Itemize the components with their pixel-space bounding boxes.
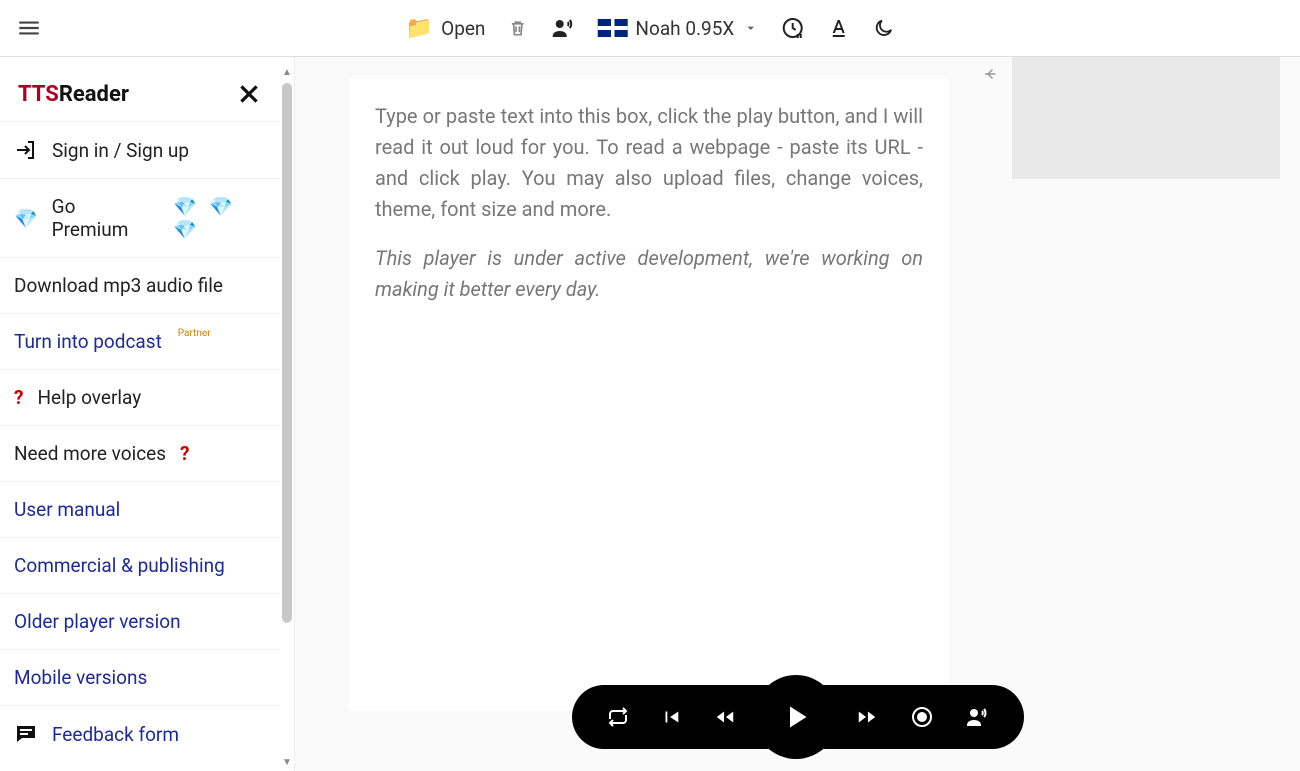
feedback-label: Feedback form [52, 723, 179, 746]
user-manual-label: User manual [14, 498, 120, 521]
question-icon: ? [180, 442, 189, 465]
commercial-label: Commercial & publishing [14, 554, 225, 577]
top-toolbar: 📁 Open Noah 0.95X [0, 0, 1300, 57]
signin-label: Sign in / Sign up [52, 139, 189, 162]
forward-button[interactable] [854, 706, 880, 728]
older-player-label: Older player version [14, 610, 181, 633]
close-icon [236, 81, 262, 107]
help-label: Help overlay [37, 386, 141, 409]
skip-to-start-button[interactable] [660, 706, 682, 728]
sidebar-item-user-manual[interactable]: User manual [0, 481, 280, 537]
record-button[interactable] [910, 705, 934, 729]
sidebar-item-premium[interactable]: 💎 Go Premium 💎 💎 💎 [0, 178, 280, 257]
gems-decoration: 💎 💎 💎 [173, 195, 266, 241]
text-editor[interactable]: Type or paste text into this box, click … [349, 79, 949, 711]
app-brand: TTSReader [18, 82, 129, 107]
dropdown-caret-icon [742, 20, 758, 36]
sleep-timer-button[interactable] [780, 16, 804, 40]
voice-settings-button[interactable] [549, 16, 575, 40]
sidebar-item-mobile[interactable]: Mobile versions [0, 649, 280, 705]
open-file-button[interactable]: 📁 Open [406, 16, 486, 41]
need-voices-label: Need more voices [14, 442, 166, 465]
editor-placeholder-line2: This player is under active development,… [375, 243, 923, 305]
rewind-button[interactable] [712, 706, 738, 728]
uk-flag-icon [597, 19, 627, 37]
main-area: Type or paste text into this box, click … [295, 57, 1300, 771]
open-label: Open [441, 17, 485, 40]
arrow-left-icon [982, 65, 1000, 83]
voice-selector[interactable]: Noah 0.95X [597, 17, 758, 40]
sidebar-close-button[interactable] [236, 81, 262, 107]
rewind-icon [712, 706, 738, 728]
sidebar-item-download-mp3[interactable]: Download mp3 audio file [0, 257, 280, 313]
partner-badge: Partner [178, 328, 211, 339]
sidebar-item-older-player[interactable]: Older player version [0, 593, 280, 649]
download-label: Download mp3 audio file [14, 274, 223, 297]
person-speaking-icon [549, 16, 575, 40]
login-icon [14, 138, 38, 162]
play-icon [778, 699, 814, 735]
loop-icon [606, 705, 630, 729]
sidebar: TTSReader Sign in / Sign up 💎 Go Premium… [0, 57, 295, 771]
font-settings-button[interactable] [826, 16, 850, 40]
sidebar-item-need-voices[interactable]: Need more voices ? [0, 425, 280, 481]
sidebar-scrollbar-thumb[interactable] [282, 83, 292, 623]
mobile-label: Mobile versions [14, 666, 147, 689]
fast-forward-icon [854, 706, 880, 728]
sidebar-item-commercial[interactable]: Commercial & publishing [0, 537, 280, 593]
play-button[interactable] [754, 675, 838, 759]
record-icon [910, 705, 934, 729]
hamburger-icon [16, 15, 42, 41]
skip-previous-icon [660, 706, 682, 728]
scroll-down-arrow[interactable]: ▼ [282, 757, 292, 767]
premium-label: Go Premium [52, 195, 149, 241]
font-icon [826, 16, 850, 40]
right-side-panel [1012, 57, 1280, 179]
question-icon: ? [14, 386, 23, 409]
menu-toggle-button[interactable] [10, 9, 48, 47]
sidebar-item-help-overlay[interactable]: ? Help overlay [0, 369, 280, 425]
folder-icon: 📁 [406, 16, 433, 41]
loop-button[interactable] [606, 705, 630, 729]
sidebar-item-signin[interactable]: Sign in / Sign up [0, 121, 280, 178]
moon-icon [872, 17, 894, 39]
theme-toggle-button[interactable] [872, 17, 894, 39]
player-bar [572, 675, 1024, 759]
editor-placeholder-line1: Type or paste text into this box, click … [375, 101, 923, 225]
clock-pause-icon [780, 16, 804, 40]
person-speaking-icon [964, 705, 990, 729]
voice-quick-button[interactable] [964, 705, 990, 729]
clear-text-button[interactable] [507, 16, 527, 40]
sidebar-item-podcast[interactable]: Turn into podcast Partner [0, 313, 280, 369]
chat-icon [14, 722, 38, 746]
gem-icon: 💎 [14, 207, 38, 230]
trash-icon [507, 16, 527, 40]
collapse-right-panel-button[interactable] [982, 65, 1000, 83]
voice-label: Noah 0.95X [635, 17, 734, 40]
sidebar-item-feedback[interactable]: Feedback form [0, 705, 280, 762]
scroll-up-arrow[interactable]: ▲ [282, 67, 292, 77]
podcast-label: Turn into podcast [14, 330, 162, 353]
